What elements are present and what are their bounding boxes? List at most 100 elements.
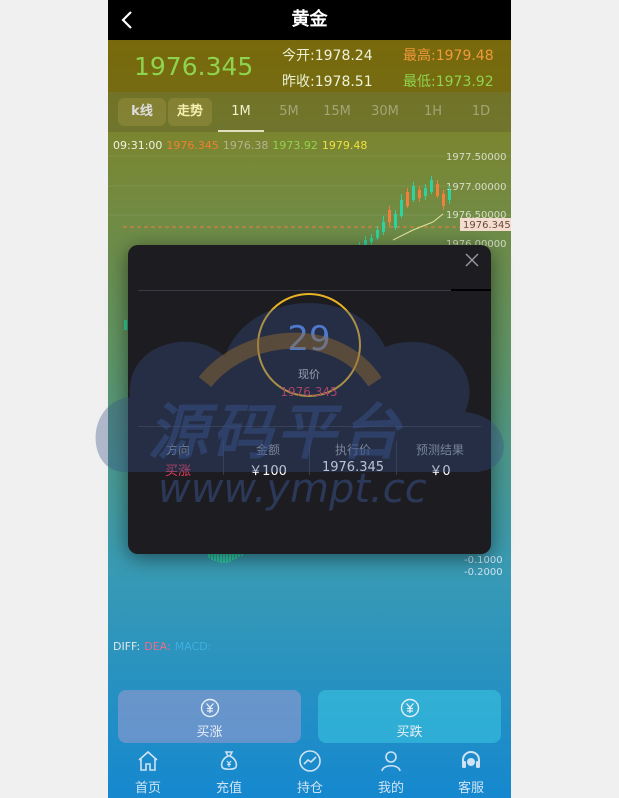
candle-body bbox=[430, 180, 433, 192]
candle-body bbox=[448, 190, 451, 200]
candle-body bbox=[394, 214, 397, 228]
candle-body bbox=[412, 186, 415, 200]
result-label: 预测结果 bbox=[415, 443, 464, 457]
macd-bar bbox=[232, 554, 234, 560]
result-cell: 预测结果 ￥0 bbox=[395, 441, 485, 479]
macd-bar bbox=[223, 554, 225, 563]
candle-body bbox=[436, 184, 439, 196]
candle-body bbox=[376, 230, 379, 238]
legend-macd: MACD: bbox=[174, 640, 212, 653]
quote-panel: 1976.345 今开:1978.24 最高:1979.48 昨收:1978.5… bbox=[108, 40, 511, 92]
exec-price-label: 执行价 bbox=[334, 443, 371, 457]
nav-recharge-label: 充值 bbox=[215, 781, 242, 796]
buy-down-button[interactable]: 买跌 bbox=[318, 690, 501, 743]
buy-up-button[interactable]: 买涨 bbox=[118, 690, 301, 743]
open-value: 1978.24 bbox=[314, 48, 373, 64]
candle-body bbox=[400, 200, 403, 216]
candle-body bbox=[442, 194, 445, 206]
tab-trend[interactable]: 走势 bbox=[168, 98, 212, 126]
candle-body bbox=[418, 190, 421, 198]
macd-bar bbox=[214, 554, 216, 561]
tab-1h[interactable]: 1H bbox=[413, 104, 453, 119]
open-label: 今开: bbox=[282, 48, 315, 64]
direction-cell: 方向 买涨 bbox=[133, 441, 223, 479]
amount-cell: 金额 ￥100 bbox=[223, 441, 313, 479]
legend-dea: DEA: bbox=[144, 640, 171, 653]
chart-tabs: k线 走势 1M 5M 15M 30M 1H 1D bbox=[108, 92, 511, 132]
macd-bar bbox=[229, 554, 231, 562]
low-value: 1973.92 bbox=[435, 74, 494, 90]
last-price-label: 1976.345 bbox=[463, 220, 511, 231]
tab-1d[interactable]: 1D bbox=[461, 104, 501, 119]
candle-body bbox=[424, 188, 427, 196]
tab-5m[interactable]: 5M bbox=[269, 104, 309, 119]
user-icon bbox=[381, 751, 401, 772]
exec-price-cell: 执行价 1976.345 bbox=[308, 441, 398, 475]
nav-service-label: 客服 bbox=[457, 781, 484, 796]
exec-price-value: 1976.345 bbox=[321, 460, 385, 475]
top-bar: 黄金 bbox=[108, 0, 511, 40]
buy-down-label: 买跌 bbox=[396, 725, 423, 740]
macd-bar bbox=[241, 554, 243, 556]
tab-15m[interactable]: 15M bbox=[317, 104, 357, 119]
y-tick-label: 1977.50000 bbox=[446, 152, 506, 163]
macd-bar bbox=[226, 554, 228, 563]
macd-bar bbox=[211, 554, 213, 560]
low-row: 最低:1973.92 bbox=[403, 71, 494, 91]
macd-legend: DIFF: DEA: MACD: bbox=[113, 640, 211, 653]
open-row: 今开:1978.24 bbox=[282, 45, 373, 65]
low-label: 最低: bbox=[403, 74, 436, 90]
order-countdown-modal: 29 现价 1976.345 方向 买涨 金额 ￥100 执行价 1976.34… bbox=[128, 245, 491, 554]
amount-value: ￥100 bbox=[249, 464, 287, 479]
direction-value: 买涨 bbox=[164, 464, 191, 479]
candle-left bbox=[124, 320, 127, 330]
direction-label: 方向 bbox=[165, 443, 190, 457]
nav-home-label: 首页 bbox=[134, 781, 161, 796]
close-icon[interactable] bbox=[463, 251, 481, 269]
high-value: 1979.48 bbox=[435, 48, 494, 64]
nav-service[interactable]: 客服 bbox=[431, 746, 511, 798]
candle-body bbox=[406, 192, 409, 206]
macd-bar bbox=[208, 554, 210, 558]
macd-tick-label: -0.2000 bbox=[464, 567, 503, 578]
high-row: 最高:1979.48 bbox=[403, 45, 494, 65]
candle-body bbox=[382, 222, 385, 232]
page-title: 黄金 bbox=[291, 9, 328, 30]
tab-30m[interactable]: 30M bbox=[365, 104, 405, 119]
countdown-number: 29 bbox=[287, 319, 331, 359]
current-price-label: 现价 bbox=[298, 368, 320, 381]
current-price: 1976.345 bbox=[134, 52, 254, 81]
amount-label: 金额 bbox=[255, 443, 280, 457]
tab-1m[interactable]: 1M bbox=[221, 104, 261, 119]
active-tab-underline bbox=[218, 130, 264, 132]
y-tick-label: 1977.00000 bbox=[446, 182, 506, 193]
buy-up-label: 买涨 bbox=[196, 725, 223, 740]
yuan-coin-icon bbox=[200, 698, 219, 718]
nav-profile-label: 我的 bbox=[377, 781, 404, 796]
nav-positions[interactable]: 持仓 bbox=[270, 746, 350, 798]
candle-body bbox=[370, 238, 373, 242]
macd-bar bbox=[220, 554, 222, 563]
home-icon bbox=[138, 750, 158, 771]
result-value: ￥0 bbox=[429, 464, 451, 479]
prev-close-row: 昨收:1978.51 bbox=[282, 71, 373, 91]
yuan-coin-icon bbox=[400, 698, 419, 718]
current-price-value: 1976.345 bbox=[280, 385, 338, 399]
legend-diff: DIFF: bbox=[113, 640, 141, 653]
candle-body bbox=[388, 210, 391, 222]
headset-icon bbox=[462, 750, 480, 768]
nav-recharge[interactable]: 充值 bbox=[189, 746, 269, 798]
divider bbox=[138, 426, 481, 427]
macd-bar bbox=[235, 554, 237, 559]
nav-positions-label: 持仓 bbox=[296, 781, 323, 796]
tab-kline[interactable]: k线 bbox=[118, 98, 166, 126]
divider-accent bbox=[451, 289, 491, 291]
prev-close-value: 1978.51 bbox=[314, 74, 373, 90]
nav-profile[interactable]: 我的 bbox=[351, 746, 431, 798]
nav-home[interactable]: 首页 bbox=[108, 746, 188, 798]
money-bag-icon bbox=[220, 751, 238, 771]
high-label: 最高: bbox=[403, 48, 436, 64]
macd-bars bbox=[208, 554, 243, 563]
chart-circle-icon bbox=[299, 750, 321, 772]
macd-bar bbox=[238, 554, 240, 557]
